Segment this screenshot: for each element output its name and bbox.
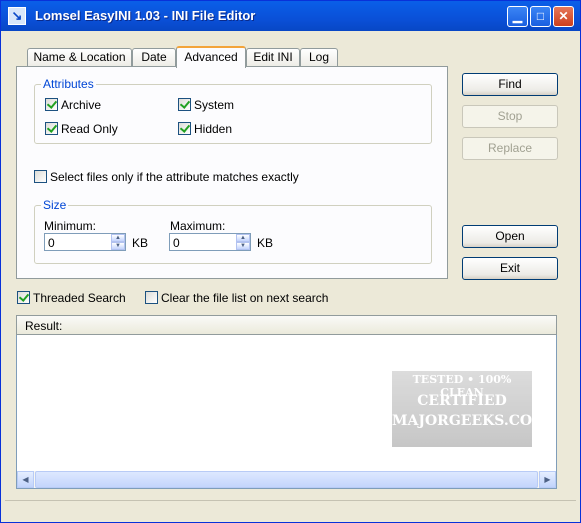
minimum-unit: KB bbox=[132, 236, 149, 250]
minimum-spinner[interactable]: 0 ▲ ▼ bbox=[44, 233, 126, 251]
title-bar[interactable]: ↘ Lomsel EasyINI 1.03 - INI File Editor … bbox=[1, 1, 580, 31]
tab-date[interactable]: Date bbox=[132, 48, 176, 67]
hidden-label[interactable]: Hidden bbox=[194, 122, 232, 136]
maximum-unit: KB bbox=[257, 236, 274, 250]
read-only-label[interactable]: Read Only bbox=[61, 122, 118, 136]
advanced-panel: Attributes Archive Read Only System Hidd… bbox=[16, 66, 448, 279]
system-label[interactable]: System bbox=[194, 98, 234, 112]
maximum-up-icon[interactable]: ▲ bbox=[236, 234, 250, 242]
attributes-group: Attributes Archive Read Only System Hidd… bbox=[34, 77, 432, 144]
close-button[interactable]: ✕ bbox=[553, 6, 574, 27]
minimize-button[interactable]: ▁ bbox=[507, 6, 528, 27]
find-button[interactable]: Find bbox=[462, 73, 558, 96]
scroll-left-icon[interactable]: ◀ bbox=[17, 471, 34, 488]
maximum-spinner[interactable]: 0 ▲ ▼ bbox=[169, 233, 251, 251]
status-bar bbox=[5, 500, 576, 519]
system-checkbox[interactable] bbox=[178, 98, 191, 111]
maximize-button[interactable]: □ bbox=[530, 6, 551, 27]
replace-button[interactable]: Replace bbox=[462, 137, 558, 160]
hidden-checkbox[interactable] bbox=[178, 122, 191, 135]
minimum-value[interactable]: 0 bbox=[48, 236, 55, 250]
scrollbar-thumb[interactable] bbox=[35, 471, 538, 488]
minimum-up-icon[interactable]: ▲ bbox=[111, 234, 125, 242]
archive-checkbox[interactable] bbox=[45, 98, 58, 111]
size-legend: Size bbox=[41, 198, 69, 212]
read-only-checkbox[interactable] bbox=[45, 122, 58, 135]
watermark-line3: MAJORGEEKS.COM bbox=[392, 413, 548, 429]
clear-list-checkbox[interactable] bbox=[145, 291, 158, 304]
window-title: Lomsel EasyINI 1.03 - INI File Editor bbox=[35, 8, 256, 23]
maximum-value[interactable]: 0 bbox=[173, 236, 180, 250]
tab-edit-ini[interactable]: Edit INI bbox=[246, 48, 300, 67]
watermark-line2: CERTIFIED bbox=[417, 393, 507, 409]
archive-label[interactable]: Archive bbox=[61, 98, 101, 112]
app-icon: ↘ bbox=[8, 7, 26, 25]
exit-button[interactable]: Exit bbox=[462, 257, 558, 280]
maximum-down-icon[interactable]: ▼ bbox=[236, 242, 250, 250]
majorgeeks-watermark: TESTED • 100% CLEAN CERTIFIED MAJORGEEKS… bbox=[392, 371, 548, 447]
threaded-search-checkbox[interactable] bbox=[17, 291, 30, 304]
tab-advanced[interactable]: Advanced bbox=[176, 46, 246, 68]
app-window: ↘ Lomsel EasyINI 1.03 - INI File Editor … bbox=[0, 0, 581, 523]
clear-list-label[interactable]: Clear the file list on next search bbox=[161, 291, 328, 305]
exact-match-checkbox[interactable] bbox=[34, 170, 47, 183]
result-column-header[interactable]: Result: bbox=[16, 315, 557, 335]
scroll-right-icon[interactable]: ▶ bbox=[539, 471, 556, 488]
exact-match-label[interactable]: Select files only if the attribute match… bbox=[50, 170, 299, 184]
tab-log[interactable]: Log bbox=[300, 48, 338, 67]
minimum-label: Minimum: bbox=[44, 219, 97, 233]
attributes-legend: Attributes bbox=[41, 77, 96, 91]
tab-name-location[interactable]: Name & Location bbox=[27, 48, 132, 67]
minimum-down-icon[interactable]: ▼ bbox=[111, 242, 125, 250]
result-list[interactable]: TESTED • 100% CLEAN CERTIFIED MAJORGEEKS… bbox=[16, 335, 557, 489]
maximum-label: Maximum: bbox=[170, 219, 226, 233]
open-button[interactable]: Open bbox=[462, 225, 558, 248]
stop-button[interactable]: Stop bbox=[462, 105, 558, 128]
size-group: Size Minimum: 0 ▲ ▼ KB Maximum: 0 ▲ ▼ KB bbox=[34, 198, 432, 264]
horizontal-scrollbar[interactable]: ◀ ▶ bbox=[17, 471, 556, 488]
threaded-search-label[interactable]: Threaded Search bbox=[33, 291, 126, 305]
